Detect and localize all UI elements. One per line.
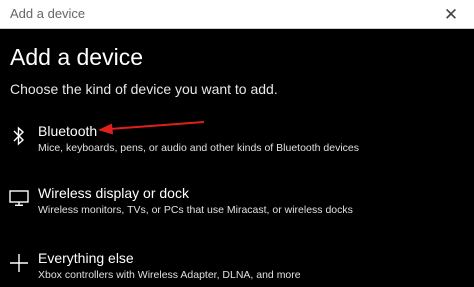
option-description: Xbox controllers with Wireless Adapter, … [38, 269, 301, 281]
arrow-head [98, 123, 113, 135]
dialog-content: Add a device Choose the kind of device y… [0, 29, 474, 287]
option-bluetooth[interactable]: Bluetooth Mice, keyboards, pens, or audi… [0, 123, 474, 171]
arrow-shaft [109, 121, 205, 130]
option-title: Everything else [38, 250, 134, 266]
page-title: Add a device [10, 44, 143, 70]
annotation-arrow [98, 121, 205, 135]
close-button[interactable]: ✕ [428, 0, 474, 29]
page-subtitle: Choose the kind of device you want to ad… [10, 81, 278, 97]
option-description: Wireless monitors, TVs, or PCs that use … [38, 204, 353, 216]
option-title: Bluetooth [38, 123, 98, 139]
option-title: Wireless display or dock [38, 185, 189, 201]
window-title: Add a device [10, 6, 86, 21]
option-wireless-display[interactable]: Wireless display or dock Wireless monito… [0, 185, 474, 233]
plus-icon [6, 250, 32, 276]
option-everything-else[interactable]: Everything else Xbox controllers with Wi… [0, 250, 474, 287]
title-bar: Add a device ✕ [0, 0, 474, 29]
bluetooth-icon [6, 123, 32, 149]
option-description: Mice, keyboards, pens, or audio and othe… [38, 142, 360, 154]
monitor-icon [6, 185, 32, 211]
